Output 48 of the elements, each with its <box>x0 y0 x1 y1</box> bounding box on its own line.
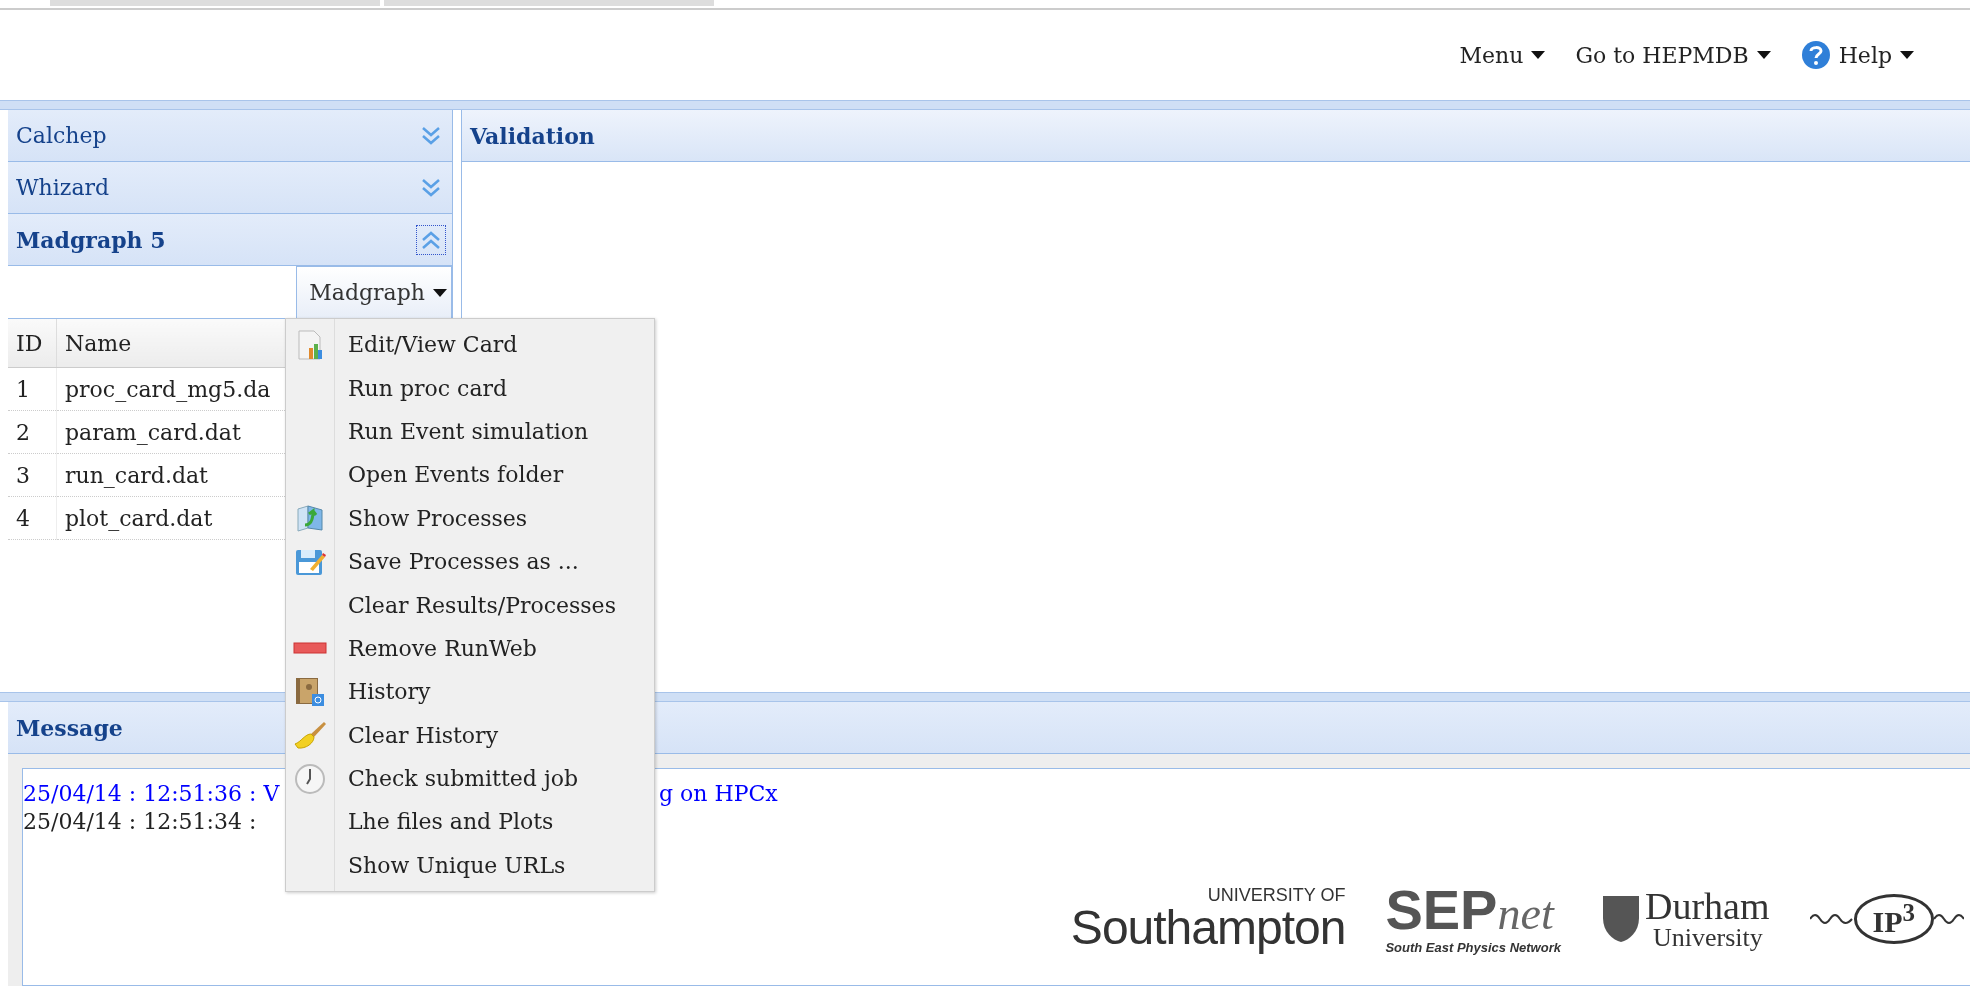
menu-item[interactable]: Clear Results/Processes <box>286 583 654 627</box>
clock-icon <box>294 762 326 795</box>
table-cell: 1 <box>8 367 57 411</box>
logo-text: IP$^{3}$ <box>1853 893 1934 944</box>
menu-item[interactable]: Clear History <box>286 713 654 757</box>
log-message: g on HPCx <box>659 780 778 806</box>
caret-icon <box>433 288 447 297</box>
caret-icon <box>1900 51 1914 59</box>
document-chart-icon <box>296 329 324 360</box>
logo-text: University <box>1651 924 1764 951</box>
panel-title: Message <box>16 714 123 741</box>
shield-icon <box>1600 893 1641 944</box>
log-message: 25/04/14 : 12:51:34 : <box>23 808 257 834</box>
panel-title[interactable]: Madgraph 5 <box>16 226 166 253</box>
column-header: ID <box>8 319 57 368</box>
menu-item[interactable]: Remove RunWeb <box>286 626 654 671</box>
table-cell: 4 <box>8 496 57 540</box>
minus-bar-icon <box>293 642 327 655</box>
logo-text: net <box>1497 887 1554 940</box>
logo-text: South East Physics Network <box>1385 940 1561 955</box>
panel-title: Validation <box>470 122 595 149</box>
nav-menu-button[interactable]: Help <box>1800 36 1914 74</box>
menu-item[interactable]: History <box>286 670 654 714</box>
caret-icon <box>1531 51 1546 59</box>
panel-title[interactable]: Whizard <box>16 175 110 200</box>
caret-icon <box>1756 51 1771 59</box>
collapse-icon[interactable] <box>416 224 446 255</box>
table-cell: 2 <box>8 410 57 454</box>
menu-item[interactable]: Lhe files and Plots <box>286 800 654 844</box>
logo-text: Southampton <box>1070 903 1346 952</box>
logo-text: UNIVERSITY OF <box>1207 885 1346 904</box>
nav-menu-button[interactable]: Menu <box>1459 38 1546 72</box>
swap-arrows-icon <box>295 503 325 534</box>
menu-item[interactable]: Show Unique URLs <box>286 843 654 888</box>
brush-icon <box>293 720 327 751</box>
address-book-icon <box>294 675 326 708</box>
panel-title[interactable]: Calchep <box>16 123 107 148</box>
log-message: 25/04/14 : 12:51:36 : V <box>23 780 280 806</box>
nav-menu-button[interactable]: Go to HEPMDB <box>1575 38 1771 72</box>
madgraph-dropdown-button[interactable]: Madgraph <box>296 266 452 318</box>
wave-icon <box>1934 911 1964 926</box>
menu-item[interactable]: Check submitted job <box>286 756 654 801</box>
logo-text: SEP <box>1385 882 1498 938</box>
wave-icon <box>1809 911 1854 926</box>
menu-item[interactable]: Save Processes as ... <box>286 539 654 584</box>
help-icon <box>1800 40 1831 70</box>
logo-text: Durham <box>1644 886 1770 925</box>
table-cell: 3 <box>8 453 57 497</box>
